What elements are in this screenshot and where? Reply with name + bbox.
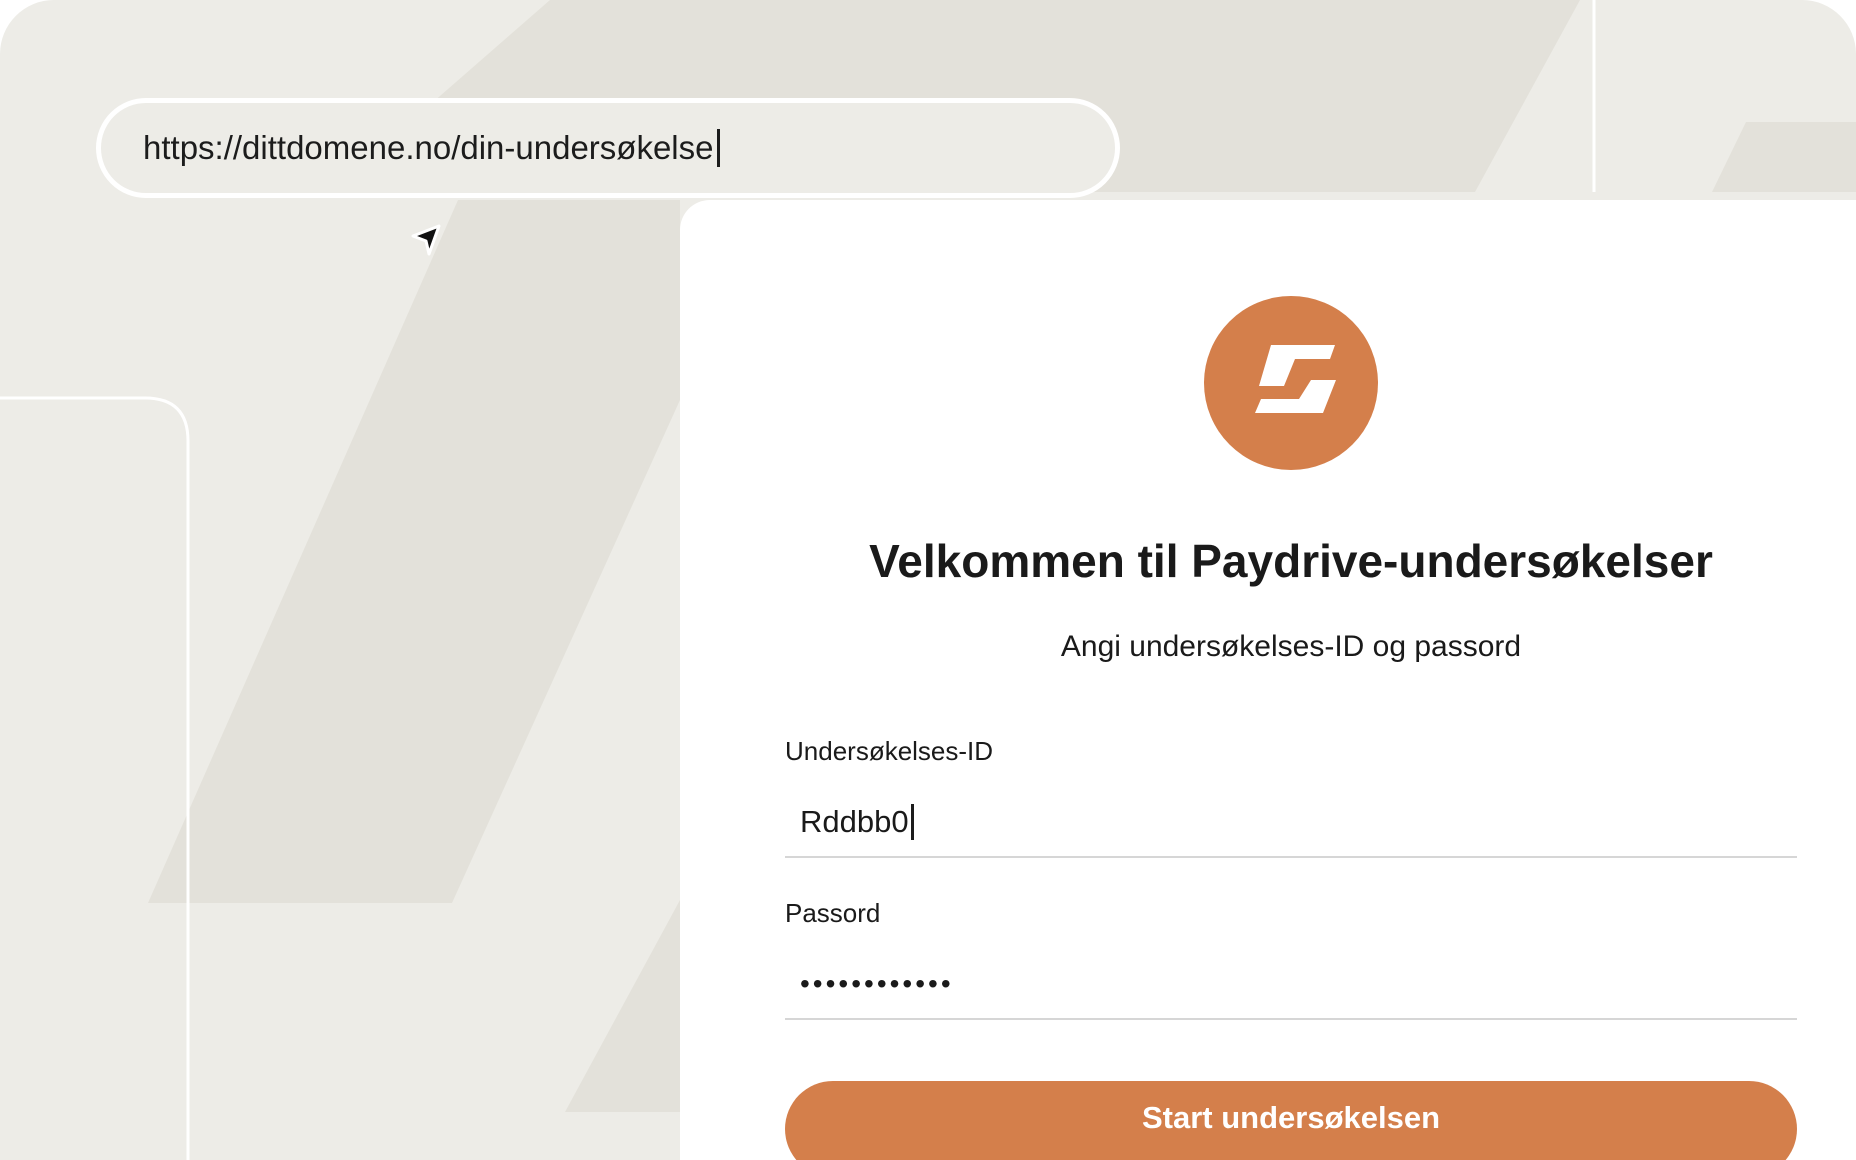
survey-id-input[interactable]: Rddbb0: [785, 788, 1797, 858]
password-masked-value: ••••••••••••: [800, 968, 954, 999]
mouse-pointer-icon: [411, 224, 441, 256]
page-subtitle: Angi undersøkelses-ID og passord: [1060, 630, 1522, 663]
paydrive-logo-icon: [1204, 296, 1378, 470]
start-survey-button[interactable]: Start undersøkelsen: [785, 1081, 1797, 1160]
paydrive-logo-mark: [1255, 345, 1336, 413]
text-caret: [716, 129, 720, 167]
survey-id-value: Rddbb0: [800, 804, 909, 839]
survey-id-label: Undersøkelses-ID: [785, 736, 994, 766]
page-title: Velkommen til Paydrive-undersøkelser: [869, 535, 1713, 587]
password-input[interactable]: ••••••••••••: [785, 950, 1797, 1020]
address-bar-url: https://dittdomene.no/din-undersøkelse: [143, 129, 714, 166]
background-canvas: https://dittdomene.no/din-undersøkelse V…: [0, 0, 1856, 1160]
login-card: Velkommen til Paydrive-undersøkelser Ang…: [680, 200, 1856, 1160]
text-caret: [910, 804, 914, 840]
address-bar[interactable]: https://dittdomene.no/din-undersøkelse: [96, 98, 1120, 198]
password-label: Passord: [785, 898, 881, 928]
